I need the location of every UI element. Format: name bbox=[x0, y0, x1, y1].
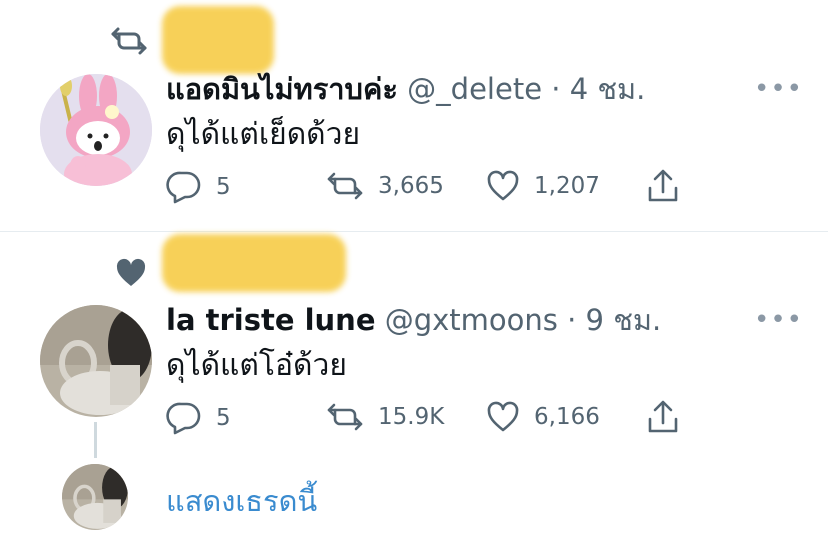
retweet-count: 15.9K bbox=[378, 404, 445, 430]
liked-context-icon bbox=[114, 257, 148, 293]
thread-connector-line bbox=[94, 422, 97, 458]
like-button[interactable]: 6,166 bbox=[486, 401, 600, 433]
author-name[interactable]: la triste lune bbox=[166, 303, 376, 337]
tweet-text: ดุได้แต่โอ๋ด้วย bbox=[166, 348, 347, 383]
redacted-retweeter bbox=[162, 6, 274, 74]
avatar[interactable] bbox=[40, 74, 152, 186]
like-count: 1,207 bbox=[534, 173, 600, 199]
tweet-author-line: แอดมินไม่ทราบค่ะ @_delete · 4 ชม. bbox=[166, 71, 645, 107]
tweet-divider bbox=[0, 231, 828, 232]
reply-icon bbox=[166, 171, 201, 204]
like-count: 6,166 bbox=[534, 404, 600, 430]
retweet-count: 3,665 bbox=[378, 173, 444, 199]
reply-button[interactable]: 5 bbox=[166, 170, 231, 204]
show-thread-link[interactable]: แสดงเธรดนี้ bbox=[166, 478, 317, 524]
like-button[interactable]: 1,207 bbox=[486, 170, 600, 202]
tweet-text: ดุได้แต่เย็ดด้วย bbox=[166, 117, 361, 152]
more-options-icon[interactable]: ••• bbox=[754, 74, 803, 104]
meta-separator: · bbox=[567, 303, 577, 337]
retweet-context-icon bbox=[110, 26, 148, 60]
author-handle[interactable]: @_delete bbox=[407, 72, 542, 106]
share-button[interactable] bbox=[646, 168, 680, 204]
reply-icon bbox=[166, 402, 201, 435]
meta-separator: · bbox=[551, 72, 561, 106]
redacted-liker bbox=[162, 234, 346, 292]
author-handle[interactable]: @gxtmoons bbox=[385, 303, 558, 337]
retweet-icon bbox=[327, 403, 363, 431]
heart-icon bbox=[487, 170, 519, 201]
photo-avatar-small bbox=[62, 464, 128, 530]
tweet-time[interactable]: 4 ชม. bbox=[570, 72, 646, 106]
melody-avatar-illustration bbox=[40, 74, 152, 186]
reply-count: 5 bbox=[216, 405, 231, 431]
share-button[interactable] bbox=[646, 399, 680, 435]
reply-count: 5 bbox=[216, 174, 231, 200]
more-options-icon[interactable]: ••• bbox=[754, 305, 803, 335]
retweet-icon bbox=[327, 172, 363, 200]
thread-avatar[interactable] bbox=[62, 464, 128, 530]
tweet-time[interactable]: 9 ชม. bbox=[586, 303, 662, 337]
reply-button[interactable]: 5 bbox=[166, 401, 231, 435]
retweet-button[interactable]: 3,665 bbox=[326, 171, 444, 201]
author-name[interactable]: แอดมินไม่ทราบค่ะ bbox=[166, 72, 398, 106]
avatar[interactable] bbox=[40, 305, 152, 417]
heart-icon bbox=[487, 401, 519, 432]
retweet-button[interactable]: 15.9K bbox=[326, 402, 444, 432]
tweet-author-line: la triste lune @gxtmoons · 9 ชม. bbox=[166, 302, 661, 338]
photo-avatar-illustration bbox=[40, 305, 152, 417]
share-icon bbox=[648, 400, 678, 433]
share-icon bbox=[648, 169, 678, 202]
